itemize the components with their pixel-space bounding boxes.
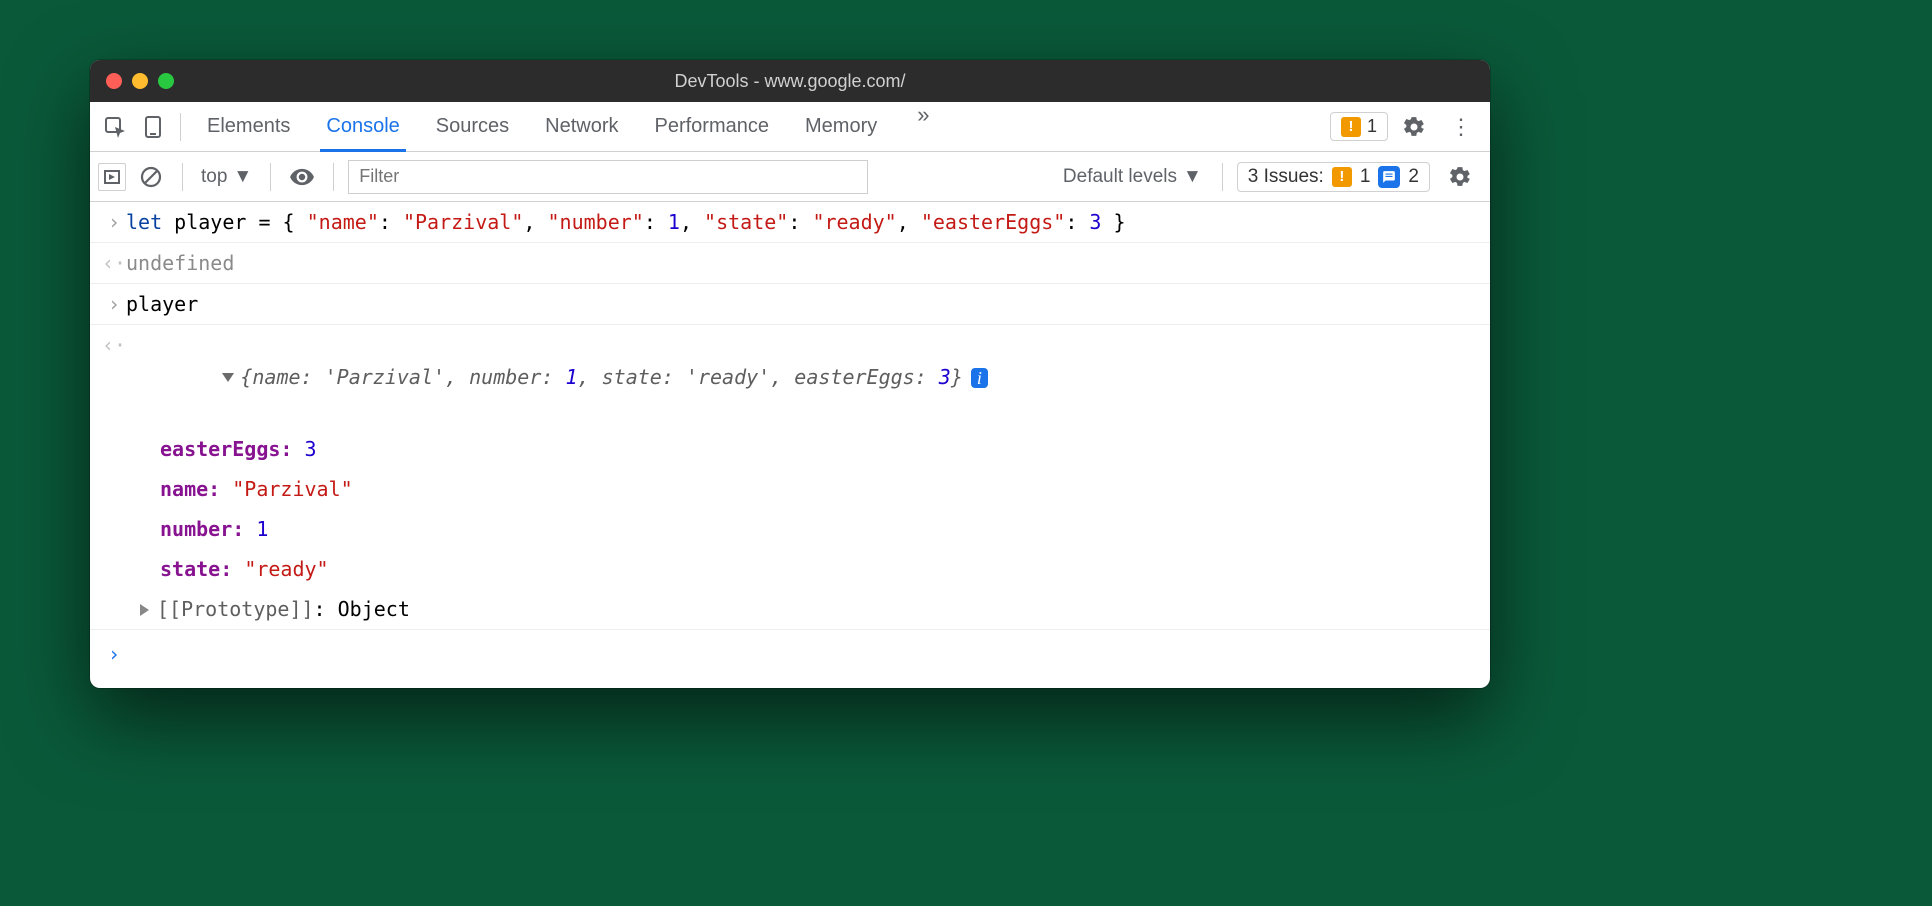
settings-icon[interactable] xyxy=(1392,115,1436,139)
chevron-down-icon: ▼ xyxy=(1183,166,1202,188)
zoom-window[interactable] xyxy=(158,73,174,89)
panel-tabs: Elements Console Sources Network Perform… xyxy=(201,102,1326,152)
warning-icon: ! xyxy=(1332,167,1352,187)
warning-count: 1 xyxy=(1367,116,1377,137)
separator xyxy=(270,163,271,191)
expand-triangle-icon[interactable] xyxy=(140,604,149,616)
devtools-window: DevTools - www.google.com/ Elements Cons… xyxy=(90,60,1490,688)
issues-badge[interactable]: 3 Issues: ! 1 2 xyxy=(1237,162,1430,192)
issues-info-count: 2 xyxy=(1408,166,1419,188)
levels-label: Default levels xyxy=(1063,166,1177,188)
prompt-chevron-icon: › xyxy=(102,638,126,670)
separator xyxy=(1222,163,1223,191)
collapse-triangle-icon[interactable] xyxy=(222,373,234,382)
tab-console[interactable]: Console xyxy=(320,102,405,152)
window-title: DevTools - www.google.com/ xyxy=(90,71,1490,92)
console-input-row[interactable]: › player xyxy=(90,284,1490,325)
output-chevron-icon: ‹· xyxy=(102,247,126,279)
object-property[interactable]: state: "ready" xyxy=(90,549,1490,589)
console-code: let player = { "name": "Parzival", "numb… xyxy=(126,206,1478,238)
input-chevron-icon: › xyxy=(102,288,126,320)
console-result-row: ‹· undefined xyxy=(90,243,1490,284)
context-selector[interactable]: top ▼ xyxy=(197,166,256,188)
clear-console-icon[interactable] xyxy=(134,160,168,194)
separator xyxy=(333,163,334,191)
close-window[interactable] xyxy=(106,73,122,89)
console-result-row: ‹· {name: 'Parzival', number: 1, state: … xyxy=(90,325,1490,429)
more-options-icon[interactable]: ⋮ xyxy=(1440,114,1482,140)
device-toggle-icon[interactable] xyxy=(136,110,170,144)
object-property[interactable]: number: 1 xyxy=(90,509,1490,549)
info-issue-icon xyxy=(1378,166,1400,188)
object-prototype[interactable]: [[Prototype]]: Object xyxy=(90,589,1490,630)
console-code: player xyxy=(126,288,1478,320)
live-expression-icon[interactable] xyxy=(285,160,319,194)
toggle-sidebar-icon[interactable] xyxy=(98,163,126,191)
issues-warn-count: 1 xyxy=(1360,166,1371,188)
tab-performance[interactable]: Performance xyxy=(649,102,776,152)
console-prompt[interactable]: › xyxy=(90,630,1490,688)
result-undefined: undefined xyxy=(126,247,1478,279)
tab-memory[interactable]: Memory xyxy=(799,102,883,152)
input-chevron-icon: › xyxy=(102,206,126,238)
traffic-lights xyxy=(90,73,174,89)
chevron-down-icon: ▼ xyxy=(233,166,252,188)
minimize-window[interactable] xyxy=(132,73,148,89)
context-label: top xyxy=(201,166,227,188)
console-input-row[interactable]: › let player = { "name": "Parzival", "nu… xyxy=(90,202,1490,243)
console-toolbar: top ▼ Default levels ▼ 3 Issues: ! 1 2 xyxy=(90,152,1490,202)
separator xyxy=(180,113,181,141)
separator xyxy=(182,163,183,191)
object-property[interactable]: name: "Parzival" xyxy=(90,469,1490,509)
object-info-icon[interactable]: i xyxy=(971,368,988,388)
output-chevron-icon: ‹· xyxy=(102,329,126,361)
warning-icon: ! xyxy=(1341,117,1361,137)
console-settings-icon[interactable] xyxy=(1438,165,1482,189)
log-levels-selector[interactable]: Default levels ▼ xyxy=(1057,166,1208,188)
filter-input[interactable] xyxy=(348,160,868,194)
tab-elements[interactable]: Elements xyxy=(201,102,296,152)
warnings-badge[interactable]: ! 1 xyxy=(1330,112,1388,141)
console-output: › let player = { "name": "Parzival", "nu… xyxy=(90,202,1490,688)
object-expanded[interactable]: {name: 'Parzival', number: 1, state: 're… xyxy=(126,329,1478,425)
main-toolbar: Elements Console Sources Network Perform… xyxy=(90,102,1490,152)
tab-network[interactable]: Network xyxy=(539,102,624,152)
object-property[interactable]: easterEggs: 3 xyxy=(90,429,1490,469)
titlebar: DevTools - www.google.com/ xyxy=(90,60,1490,102)
inspect-element-icon[interactable] xyxy=(98,110,132,144)
more-tabs-icon[interactable]: » xyxy=(907,102,939,152)
issues-label: 3 Issues: xyxy=(1248,166,1324,188)
tab-sources[interactable]: Sources xyxy=(430,102,515,152)
